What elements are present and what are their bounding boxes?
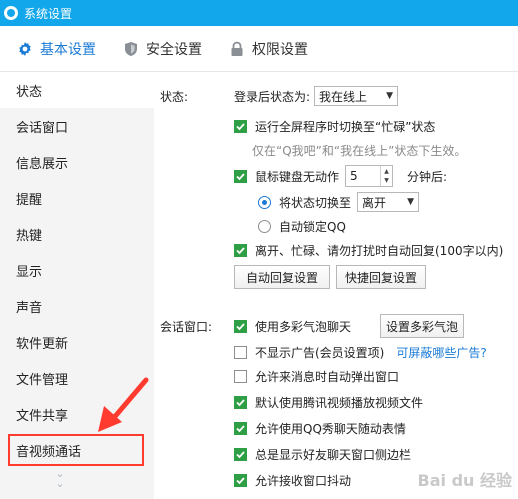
fullscreen-busy-checkbox[interactable] [234, 119, 247, 133]
status-section-label: 状态: [160, 89, 189, 104]
sidebar-item-hotkey[interactable]: 热键 [0, 216, 154, 252]
idle-minutes-stepper[interactable]: 5 ▲ ▼ [345, 165, 394, 187]
idle-label: 鼠标键盘无动作 [255, 169, 340, 184]
qqshow-emote-label: 允许使用QQ秀聊天随动表情 [255, 421, 406, 436]
sidebar-item-av-call[interactable]: 音视频通话 [6, 432, 146, 468]
qq-logo-icon [4, 6, 18, 20]
switch-status-label: 将状态切换至 [279, 195, 352, 210]
sidebar-item-reminder[interactable]: 提醒 [0, 180, 154, 216]
chevron-down-icon: ▼ [386, 91, 394, 101]
window-shake-label: 允许接收窗口抖动 [255, 473, 352, 488]
sidebar-item-sound[interactable]: 声音 [0, 288, 154, 324]
show-sidebar-label: 总是显示好友聊天窗口侧边栏 [255, 447, 412, 462]
sidebar-item-session-window[interactable]: 会话窗口 [0, 108, 154, 144]
sidebar-item-status[interactable]: 状态 [0, 72, 154, 108]
annotation-arrow-icon [98, 377, 149, 432]
tab-basic-settings[interactable]: 基本设置 [16, 26, 96, 72]
gear-icon [16, 40, 34, 58]
sidebar-item-software-update[interactable]: 软件更新 [0, 324, 154, 360]
tencent-video-checkbox[interactable] [234, 395, 247, 409]
tab-security-label: 安全设置 [146, 41, 202, 58]
stepper-arrows-icon[interactable]: ▲ ▼ [380, 166, 392, 186]
tab-basic-label: 基本设置 [40, 41, 96, 58]
switch-status-value: 离开 [362, 195, 387, 210]
lock-icon [228, 40, 246, 58]
switch-status-radio[interactable] [258, 195, 271, 209]
session-section-label: 会话窗口: [160, 319, 213, 334]
title-bar: 系统设置 [0, 0, 518, 26]
auto-popup-checkbox[interactable] [234, 369, 247, 383]
auto-popup-label: 允许来消息时自动弹出窗口 [255, 369, 400, 384]
fullscreen-busy-label: 运行全屏程序时切换至“忙碌”状态 [255, 119, 436, 134]
idle-checkbox[interactable] [234, 169, 247, 183]
hide-ads-checkbox[interactable] [234, 345, 247, 359]
login-status-value: 我在线上 [319, 89, 368, 104]
switch-status-select[interactable]: 离开 ▼ [357, 192, 420, 212]
settings-content: 状态: 登录后状态为: 我在线上 ▼ 运行全屏程序时切换至“忙碌”状态 仅在“Q… [154, 72, 518, 499]
quickreply-settings-button[interactable]: 快捷回复设置 [336, 265, 426, 289]
tab-permission-label: 权限设置 [252, 41, 308, 58]
tab-permission-settings[interactable]: 权限设置 [228, 26, 308, 72]
colorful-bubble-checkbox[interactable] [234, 319, 247, 333]
settings-tabbar: 基本设置 安全设置 权限设置 [0, 26, 518, 72]
login-status-label: 登录后状态为: [234, 89, 311, 104]
autoreply-label: 离开、忙碌、请勿打扰时自动回复(100字以内) [255, 243, 504, 258]
bubble-settings-button[interactable]: 设置多彩气泡 [380, 314, 464, 338]
chevron-down-icon: ▼ [407, 197, 415, 207]
idle-unit-label: 分钟后: [407, 169, 448, 184]
sidebar-item-info-display[interactable]: 信息展示 [0, 144, 154, 180]
autolock-radio[interactable] [258, 219, 271, 233]
qqshow-emote-checkbox[interactable] [234, 421, 247, 435]
sidebar-item-display[interactable]: 显示 [0, 252, 154, 288]
hide-ads-label: 不显示广告(会员设置项) [255, 345, 385, 360]
fullscreen-hint: 仅在“Q我吧”和“我在线上”状态下生效。 [252, 143, 467, 158]
tab-security-settings[interactable]: 安全设置 [122, 26, 202, 72]
baidu-watermark: Bai du 经验 [417, 471, 512, 490]
scroll-more-chevrons-icon[interactable]: ⌄ ⌄ [50, 468, 70, 489]
shield-icon [122, 40, 140, 58]
idle-minutes-value: 5 [350, 169, 358, 183]
colorful-bubble-label: 使用多彩气泡聊天 [255, 319, 352, 334]
show-sidebar-checkbox[interactable] [234, 447, 247, 461]
autoreply-checkbox[interactable] [234, 243, 247, 257]
autoreply-settings-button[interactable]: 自动回复设置 [234, 265, 330, 289]
login-status-select[interactable]: 我在线上 ▼ [314, 86, 399, 106]
autolock-label: 自动锁定QQ [279, 219, 346, 234]
ads-link[interactable]: 可屏蔽哪些广告? [396, 344, 486, 361]
window-shake-checkbox[interactable] [234, 473, 247, 487]
tencent-video-label: 默认使用腾讯视频播放视频文件 [255, 395, 424, 410]
window-title: 系统设置 [24, 6, 73, 21]
